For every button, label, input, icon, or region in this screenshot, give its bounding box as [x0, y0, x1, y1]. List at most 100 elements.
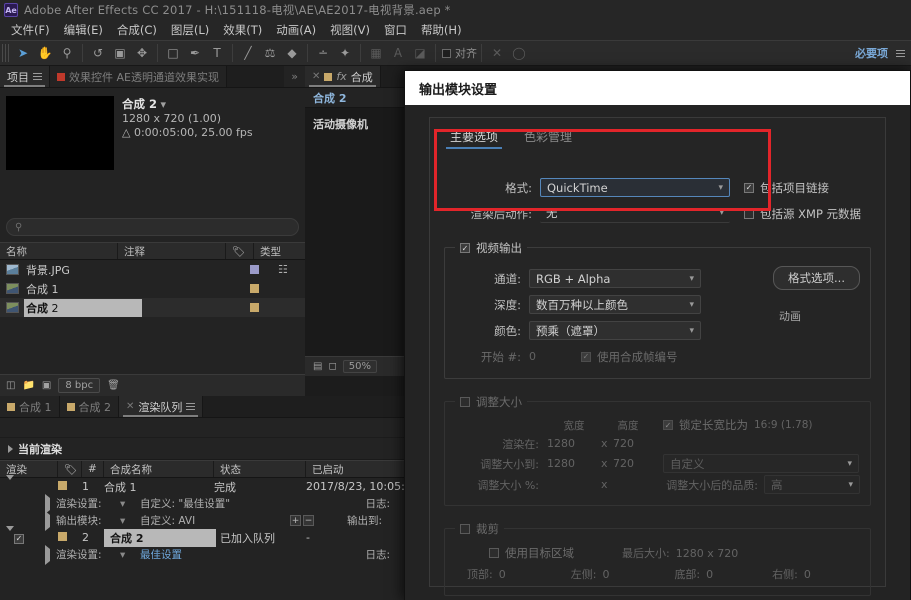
roto-brush-tool-icon[interactable]: ∸	[312, 42, 334, 64]
column-status[interactable]: 状态	[214, 461, 306, 477]
clone-stamp-tool-icon[interactable]: ⚖	[259, 42, 281, 64]
snap-mode-a-icon[interactable]: ✕	[486, 42, 508, 64]
format-options-button[interactable]: 格式选项...	[773, 266, 860, 290]
tab-effect-controls[interactable]: 效果控件 AE透明通道效果实现	[50, 66, 227, 87]
format-select[interactable]: QuickTime ▾	[540, 178, 730, 197]
label-swatch[interactable]	[58, 481, 67, 490]
crop-checkbox[interactable]	[460, 524, 470, 534]
post-render-select[interactable]: 无 ▾	[540, 204, 730, 223]
bit-depth-button[interactable]: 8 bpc	[58, 378, 100, 393]
color-select[interactable]: 预乘（遮罩） ▾	[529, 321, 701, 340]
brush-tool-icon[interactable]: ╱	[237, 42, 259, 64]
crop-bottom-value[interactable]: 0	[706, 568, 754, 581]
resize-checkbox[interactable]	[460, 397, 470, 407]
menu-edit[interactable]: 编辑(E)	[57, 22, 110, 38]
crop-right-value[interactable]: 0	[804, 568, 811, 581]
lock-aspect-row[interactable]: ✓ 锁定长宽比为 16:9 (1.78)	[663, 417, 813, 433]
label-swatch[interactable]	[58, 532, 67, 541]
tab-comp-1[interactable]: 合成 1	[0, 396, 60, 417]
menu-file[interactable]: 文件(F)	[4, 22, 57, 38]
use-target-region-checkbox[interactable]	[489, 548, 499, 558]
use-comp-frame-number-row[interactable]: ✓ 使用合成帧编号	[581, 349, 678, 365]
menu-animation[interactable]: 动画(A)	[269, 22, 323, 38]
snap-mode-b-icon[interactable]: ◯	[508, 42, 530, 64]
tab-composition[interactable]: ✕ fx 合成	[305, 66, 381, 87]
label-swatch[interactable]	[250, 265, 259, 274]
toggle-view-icon[interactable]: ◻	[328, 361, 336, 372]
column-comp-name[interactable]: 合成名称	[104, 461, 214, 477]
add-output-module-icon[interactable]: +	[290, 515, 301, 526]
use-comp-frame-number-checkbox[interactable]: ✓	[581, 352, 591, 362]
crop-title[interactable]: 裁剪	[455, 521, 504, 537]
menu-effect[interactable]: 效果(T)	[216, 22, 269, 38]
disclosure-triangle-icon[interactable]	[8, 445, 13, 453]
chevron-down-icon[interactable]: ▾	[120, 498, 140, 510]
disclosure-triangle-icon[interactable]	[45, 511, 50, 531]
include-xmp-row[interactable]: 包括源 XMP 元数据	[744, 206, 861, 222]
include-project-link-checkbox[interactable]: ✓	[744, 183, 754, 193]
panel-menu-icon[interactable]	[186, 403, 195, 410]
shape-tool-icon[interactable]: □	[162, 42, 184, 64]
tab-render-queue[interactable]: ✕ 渲染队列	[119, 396, 203, 417]
puppet-pin-tool-icon[interactable]: ✦	[334, 42, 356, 64]
search-input[interactable]: ⚲	[6, 218, 299, 236]
use-target-region-row[interactable]: 使用目标区域	[489, 545, 574, 561]
selection-tool-icon[interactable]: ➤	[12, 42, 34, 64]
column-type[interactable]: 类型	[254, 243, 304, 259]
zoom-level[interactable]: 50%	[343, 360, 377, 373]
menu-help[interactable]: 帮助(H)	[414, 22, 469, 38]
menu-composition[interactable]: 合成(C)	[110, 22, 164, 38]
resize-to-height[interactable]: 720	[613, 457, 655, 470]
video-output-checkbox[interactable]: ✓	[460, 243, 470, 253]
align-panel-icon[interactable]: ▦	[365, 42, 387, 64]
folder-icon[interactable]: 📁	[22, 380, 34, 391]
disclosure-triangle-icon[interactable]	[45, 545, 50, 565]
label-swatch[interactable]	[250, 284, 259, 293]
snapping-checkbox[interactable]	[442, 49, 451, 58]
resize-quality-select[interactable]: 高 ▾	[764, 475, 860, 494]
text-tool-icon[interactable]: T	[206, 42, 228, 64]
tab-project[interactable]: 项目	[0, 66, 50, 87]
toolbar-grip[interactable]	[2, 44, 9, 62]
resize-preset-select[interactable]: 自定义 ▾	[663, 454, 859, 473]
snapping-toggle[interactable]: 对齐	[442, 45, 477, 61]
render-checkbox[interactable]: ✓	[14, 534, 24, 544]
channels-select[interactable]: RGB + Alpha ▾	[529, 269, 701, 288]
mask-icon[interactable]: ◪	[409, 42, 431, 64]
pan-behind-tool-icon[interactable]: ✥	[131, 42, 153, 64]
include-project-link-row[interactable]: ✓ 包括项目链接	[744, 180, 829, 196]
list-item[interactable]: 合成 1	[0, 279, 305, 298]
row-comp-name[interactable]: 合成 1	[104, 479, 214, 495]
chevron-down-icon[interactable]: ▾	[120, 549, 140, 561]
close-icon[interactable]: ✕	[126, 401, 134, 412]
panel-menu-icon[interactable]	[33, 73, 42, 80]
menu-window[interactable]: 窗口	[377, 22, 414, 38]
disclosure-triangle-icon[interactable]	[6, 526, 14, 544]
column-name[interactable]: 名称	[0, 243, 118, 259]
menu-layer[interactable]: 图层(L)	[164, 22, 216, 38]
resize-to-width[interactable]: 1280	[547, 457, 601, 470]
disclosure-triangle-icon[interactable]	[6, 475, 14, 493]
label-swatch[interactable]	[250, 303, 259, 312]
new-folder-icon[interactable]: ◫	[6, 380, 15, 391]
render-settings-value[interactable]: 最佳设置	[140, 547, 330, 562]
remove-output-module-icon[interactable]: −	[303, 515, 314, 526]
workspace-menu-icon[interactable]	[896, 50, 905, 57]
list-item[interactable]: 合成 2	[0, 298, 305, 317]
add-remove-output-module[interactable]: + −	[290, 515, 324, 526]
output-module-value[interactable]: 自定义: AVI	[140, 513, 290, 528]
column-comment[interactable]: 注释	[118, 243, 226, 259]
chevron-down-icon[interactable]: ▾	[120, 515, 140, 527]
zoom-tool-icon[interactable]: ⚲	[56, 42, 78, 64]
eraser-tool-icon[interactable]: ◆	[281, 42, 303, 64]
render-settings-value[interactable]: 自定义: "最佳设置"	[140, 496, 330, 511]
workspace-essentials[interactable]: 必要项	[855, 45, 888, 61]
row-comp-name[interactable]: 合成 2	[104, 529, 216, 547]
column-label-icon[interactable]: 🏷	[58, 461, 82, 477]
tab-color-management[interactable]: 色彩管理	[524, 128, 572, 149]
list-item[interactable]: 背景.JPG ☷	[0, 260, 305, 279]
column-label-icon[interactable]: 🏷	[226, 243, 254, 259]
close-icon[interactable]: ✕	[312, 71, 320, 82]
tab-comp-2[interactable]: 合成 2	[60, 396, 120, 417]
tabs-overflow-icon[interactable]: »	[284, 66, 305, 87]
